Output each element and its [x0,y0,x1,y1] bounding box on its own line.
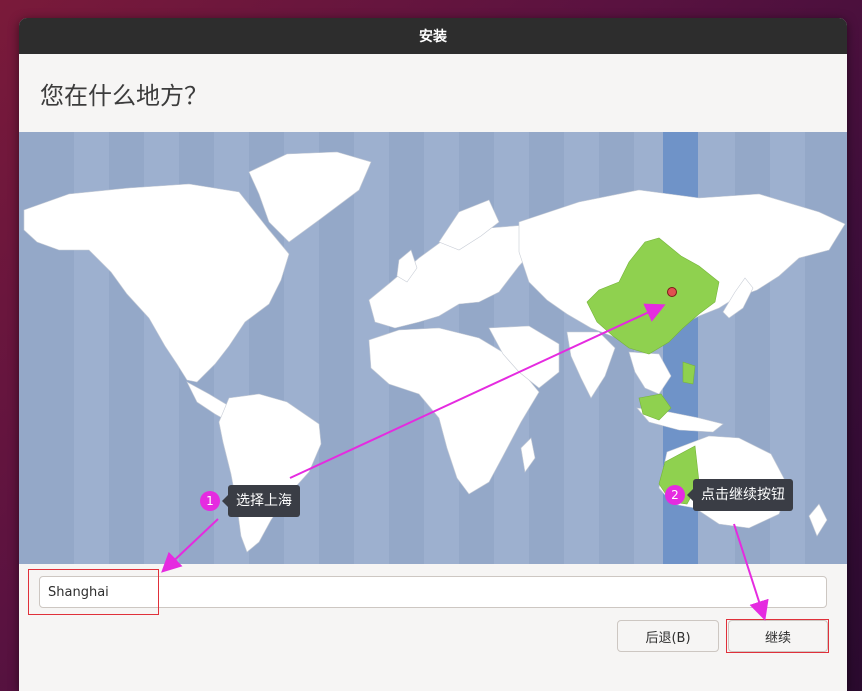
window-title: 安装 [419,29,447,45]
location-input[interactable]: Shanghai [39,576,827,608]
map-pin-icon [667,287,677,297]
page-title: 您在什么地方？ [19,54,847,132]
step1-badge: 1 [200,491,220,511]
title-bar: 安装 [19,18,847,54]
back-button[interactable]: 后退(B) [617,620,719,652]
step2-callout: 点击继续按钮 [687,479,793,511]
step1-callout: 选择上海 [222,485,300,517]
step2-badge: 2 [665,485,685,505]
continue-button[interactable]: 继续 [728,620,828,652]
installer-window: 安装 您在什么地方？ Shanghai 后退(B) 继续 [19,18,847,691]
